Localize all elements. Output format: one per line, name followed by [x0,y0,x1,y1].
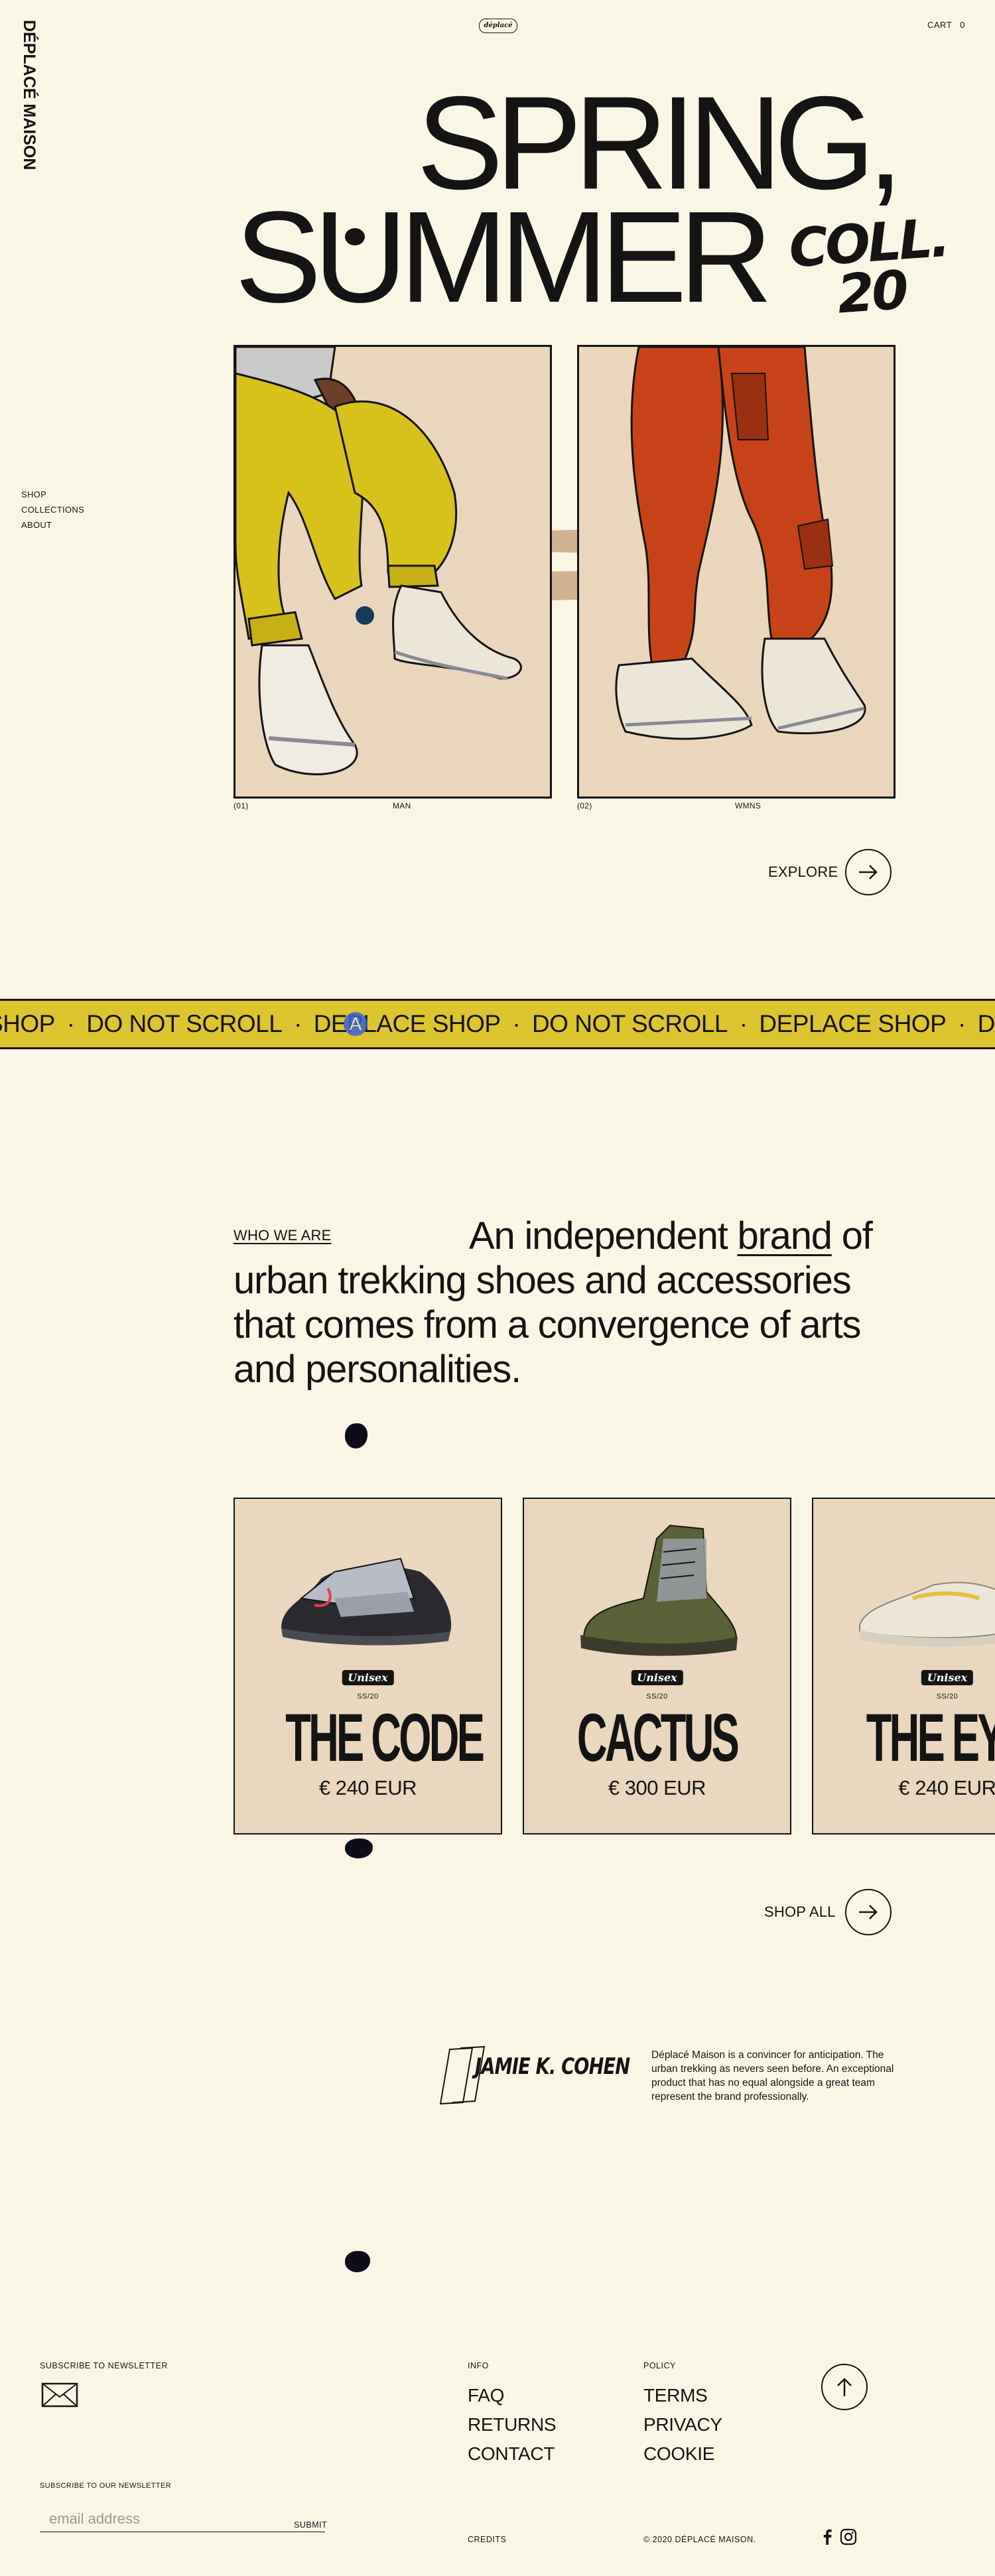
marquee-separator: · [294,1010,302,1037]
product-tag: Unisex [342,1670,394,1685]
hero-title-line2: SUMMER [235,184,773,330]
product-name: THE CODE [285,1700,485,1775]
explore-button[interactable] [845,849,892,895]
about-statement: An independent brand of urban trekking s… [233,1214,903,1391]
footer-link-terms[interactable]: TERMS [643,2381,722,2410]
collection-label: COLL. 20 [787,207,953,326]
newsletter-subtitle: SUBSCRIBE TO OUR NEWSLETTER [40,2482,172,2490]
brand-link[interactable]: brand [737,1214,832,1257]
marquee-item: DO NOT SCROLL [531,1010,728,1037]
panel1-label: MAN [393,801,411,810]
instagram-icon[interactable] [840,2528,857,2545]
decorative-blob [345,1838,373,1858]
arrow-right-icon [859,1905,878,1919]
collection-panel-wmns[interactable] [577,345,896,799]
panel1-index: (01) [233,801,249,810]
nav-item-shop[interactable]: SHOP [21,487,84,502]
marquee-separator: · [512,1010,521,1037]
product-price: € 300 EUR [608,1776,706,1799]
product-price: € 240 EUR [898,1776,995,1799]
marquee-separator: · [958,1010,966,1037]
marquee-track: SHOP · DO NOT SCROLL · DEPLACE SHOP · DO… [0,1001,995,1047]
cursor-letter: A [349,1013,362,1034]
marquee-separator: · [739,1010,748,1037]
product-tag: Unisex [631,1670,683,1685]
nav-item-collections[interactable]: COLLECTIONS [21,502,84,517]
the-code-shoe-image [281,1557,452,1645]
email-input[interactable] [40,2506,325,2532]
marquee-item: DO NOT SCROLL [977,1010,995,1037]
product-name: THE EYE [866,1700,995,1775]
who-we-are-link[interactable]: WHO WE ARE [233,1227,331,1244]
marquee-item: DO NOT SCROLL [86,1010,283,1037]
cart-count: 0 [960,20,965,30]
copyright: © 2020 DÉPLACÉ MAISON. [643,2535,756,2544]
cactus-shoe-image [580,1524,738,1656]
collection-panel-man[interactable] [233,345,552,799]
footer-link-contact[interactable]: CONTACT [468,2439,556,2469]
marquee-item: DEPLACE SHOP [313,1010,501,1037]
product-card-the-code[interactable]: Unisex SS/20 THE CODE € 240 EUR [233,1498,502,1835]
brand-logo[interactable]: DÉPLACÉ MAISON [19,20,58,170]
facebook-icon[interactable] [821,2528,833,2545]
back-to-top-button[interactable] [821,2364,868,2410]
marquee-separator: · [66,1010,75,1037]
explore-label[interactable]: EXPLORE [768,864,838,881]
brand-badge: déplacé [479,19,517,33]
shop-all-button[interactable] [845,1889,892,1935]
cart-link[interactable]: CART 0 [927,20,965,30]
footer-link-returns[interactable]: RETURNS [468,2410,557,2439]
man-illustration [235,347,550,797]
footer-link-cookie[interactable]: COOKIE [643,2439,722,2469]
founder-quote: Déplacé Maison is a convincer for antici… [651,2049,894,2102]
product-card-the-eye[interactable]: Unisex SS/20 THE EYE € 240 EUR [812,1498,995,1835]
statement-pre: An independent [469,1214,738,1257]
footer-link-privacy[interactable]: PRIVACY [643,2410,722,2439]
custom-cursor: A [344,1012,367,1036]
the-eye-shoe-image [859,1582,995,1647]
panel2-label: WMNS [735,801,762,810]
info-links: FAQ RETURNS CONTACT [468,2381,557,2469]
decorative-blob [345,1423,367,1449]
envelope-icon[interactable] [41,2382,78,2408]
policy-links: TERMS PRIVACY COOKIE [643,2381,722,2469]
cart-label: CART [927,20,953,30]
arrow-right-icon [859,865,878,879]
decorative-dot [345,228,365,245]
decorative-blob [345,2251,370,2272]
newsletter-title: SUBSCRIBE TO NEWSLETTER [40,2361,168,2370]
panel2-index: (02) [577,801,592,810]
nav-item-about[interactable]: ABOUT [21,517,84,533]
product-name: CACTUS [576,1700,740,1775]
founder-signature: JAMIE K. COHEN [475,2053,630,2080]
arrow-up-icon [837,2378,852,2396]
side-nav: SHOP COLLECTIONS ABOUT [21,487,84,533]
product-price: € 240 EUR [318,1776,417,1799]
footer-link-faq[interactable]: FAQ [468,2381,556,2410]
product-tag: Unisex [921,1670,974,1685]
policy-title: POLICY [643,2361,676,2370]
marquee-item: SHOP [0,1010,55,1037]
marquee-banner: SHOP · DO NOT SCROLL · DEPLACE SHOP · DO… [0,999,995,1049]
wmns-illustration [579,347,894,797]
info-title: INFO [468,2361,489,2370]
submit-button[interactable]: SUBMIT [294,2520,327,2530]
product-card-cactus[interactable]: Unisex SS/20 CACTUS € 300 EUR [523,1498,791,1835]
credits-link[interactable]: CREDITS [468,2535,506,2544]
shop-all-label[interactable]: SHOP ALL [764,1903,836,1921]
marquee-item: DEPLACE SHOP [759,1010,947,1037]
